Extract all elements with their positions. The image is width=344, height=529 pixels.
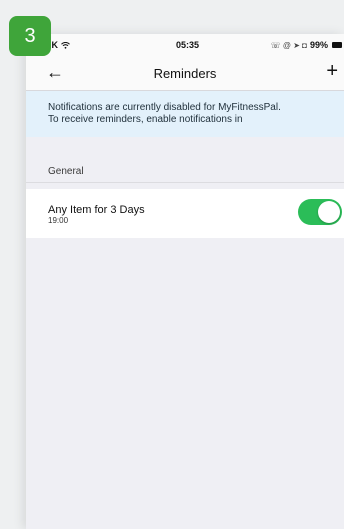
status-bar: O2-UK 05:35 ☏ @ ➤ ◘ 99% (26, 34, 344, 56)
page-title: Reminders (153, 66, 217, 81)
notice-line-1: Notifications are currently disabled for… (48, 102, 281, 113)
status-right-icons: ☏ @ ➤ ◘ 99% (271, 40, 342, 50)
wifi-icon (60, 40, 70, 50)
reminder-time: 19:00 (48, 216, 69, 225)
toggle-knob (318, 201, 340, 223)
battery-percent: 99% (309, 40, 328, 50)
step-number-badge: 3 (9, 16, 51, 56)
section-title-general: General (48, 166, 84, 177)
section-divider (26, 182, 344, 183)
navigation-bar: ← Reminders + (26, 56, 344, 91)
reminder-toggle[interactable] (298, 199, 342, 225)
reminder-name: Any Item for 3 Days (48, 204, 145, 216)
phone-screen: O2-UK 05:35 ☏ @ ➤ ◘ 99% ← Reminders + No… (26, 34, 344, 529)
notice-line-2: To receive reminders, enable notificatio… (48, 114, 243, 125)
reminder-row[interactable]: Any Item for 3 Days 19:00 (26, 189, 344, 238)
status-time: 05:35 (176, 40, 200, 50)
notifications-disabled-banner[interactable]: Notifications are currently disabled for… (26, 91, 344, 137)
battery-icon (332, 42, 342, 48)
status-icons: ☏ @ ➤ ◘ (270, 40, 307, 50)
add-reminder-button[interactable]: + (326, 59, 338, 83)
